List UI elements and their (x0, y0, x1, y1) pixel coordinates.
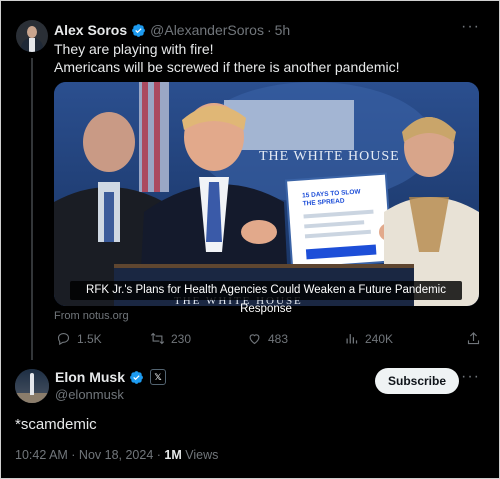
repost-icon (150, 332, 165, 345)
reply-count: 1.5K (77, 331, 102, 346)
backdrop-text: THE WHITE HOUSE (259, 149, 400, 164)
tweet-time[interactable]: 5h (275, 22, 291, 38)
repost-button[interactable]: 230 (150, 331, 191, 346)
views-icon (346, 334, 358, 344)
tweet-meta: 10:42 AM · Nov 18, 2024 · 1M Views (15, 448, 218, 462)
verified-icon (132, 23, 146, 37)
like-icon (249, 334, 260, 345)
author-name[interactable]: Alex Soros (54, 22, 127, 38)
views-label: Views (185, 448, 219, 462)
more-icon[interactable]: ··· (461, 18, 480, 36)
author-name-row: Elon Musk 𝕏 (55, 369, 167, 385)
reply-button[interactable]: 1.5K (56, 331, 102, 346)
tweet-text: *scamdemic (15, 416, 97, 433)
avatar[interactable] (15, 369, 49, 403)
views-button[interactable]: 240K (344, 331, 393, 346)
x-badge-icon: 𝕏 (150, 369, 167, 385)
media-caption: RFK Jr.'s Plans for Health Agencies Coul… (70, 281, 462, 315)
link-source[interactable]: From notus.org (54, 310, 129, 322)
share-button[interactable] (466, 331, 481, 346)
tweet-text-line: They are playing with fire! (54, 41, 214, 57)
reply-icon (57, 332, 70, 346)
avatar[interactable] (16, 20, 48, 52)
verified-icon (130, 370, 143, 384)
views-count: 240K (365, 331, 394, 346)
action-bar: 1.5K 230 483 240K (56, 331, 486, 351)
timestamp[interactable]: 10:42 AM · Nov 18, 2024 · (15, 448, 161, 462)
like-count: 483 (268, 331, 289, 346)
more-icon[interactable]: ··· (461, 368, 480, 386)
separator: · (266, 22, 272, 38)
share-icon (467, 332, 480, 345)
parent-tweet[interactable]: Alex Soros @AlexanderSoros · 5h ··· They… (0, 0, 500, 360)
tweet-text-line: Americans will be screwed if there is an… (54, 59, 400, 75)
thread-line (31, 58, 33, 360)
author-handle[interactable]: @AlexanderSoros (150, 22, 264, 38)
views-count: 1M (164, 448, 182, 462)
tweet-text: They are playing with fire! Americans wi… (54, 40, 400, 76)
repost-count: 230 (171, 331, 192, 346)
author-name[interactable]: Elon Musk (55, 369, 125, 385)
like-button[interactable]: 483 (247, 331, 288, 346)
tweet-media-image[interactable]: THE WHITE HOUSE 15 DAYS TO SLOW THE SPRE… (54, 82, 479, 306)
author-handle[interactable]: @elonmusk (55, 387, 124, 402)
subscribe-button[interactable]: Subscribe (375, 368, 459, 394)
tweet-header: Alex Soros @AlexanderSoros · 5h (54, 20, 290, 40)
